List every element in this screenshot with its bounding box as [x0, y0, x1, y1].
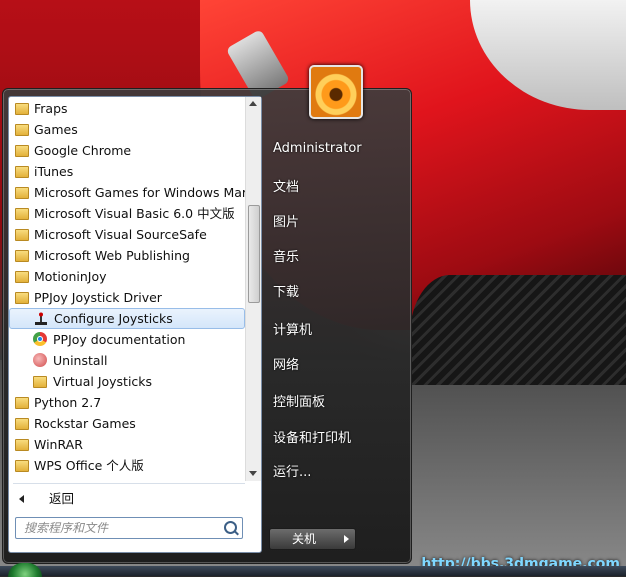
folder-icon: [15, 460, 29, 472]
program-item-label: Rockstar Games: [34, 416, 136, 431]
right-item-run[interactable]: 运行...: [273, 461, 311, 480]
program-item[interactable]: PPJoy Joystick Driver: [9, 287, 245, 308]
program-item-label: WinRAR: [34, 437, 83, 452]
right-item-computer[interactable]: 计算机: [273, 319, 312, 338]
chrome-icon: [33, 332, 47, 346]
program-item[interactable]: Rockstar Games: [9, 413, 245, 434]
folder-icon: [15, 271, 29, 283]
folder-icon: [15, 124, 29, 136]
program-item-label: iTunes: [34, 164, 74, 179]
car-grille: [410, 275, 626, 385]
search-input[interactable]: 搜索程序和文件: [15, 517, 243, 539]
program-list: Fraps Games Google Chrome iTunes Microsoft G…: [9, 97, 245, 481]
folder-icon: [15, 166, 29, 178]
program-item[interactable]: WPS Office 个人版: [9, 455, 245, 476]
start-menu: Fraps Games Google Chrome iTunes Microsoft G…: [2, 65, 412, 564]
uninstall-icon: [33, 353, 47, 367]
back-button[interactable]: 返回: [9, 487, 245, 511]
program-item-label: PPJoy documentation: [53, 332, 186, 347]
right-item-administrator[interactable]: Administrator: [273, 141, 362, 156]
program-item[interactable]: Games: [9, 119, 245, 140]
right-item-devices-printers[interactable]: 设备和打印机: [273, 427, 351, 446]
program-item-label: PPJoy Joystick Driver: [34, 290, 162, 305]
program-item[interactable]: WinRAR: [9, 434, 245, 455]
program-item-label: Uninstall: [53, 353, 108, 368]
shutdown-button[interactable]: 关机: [269, 528, 339, 550]
right-item-pictures[interactable]: 图片: [273, 211, 299, 230]
program-item[interactable]: Microsoft Games for Windows Mark: [9, 182, 245, 203]
folder-icon: [15, 418, 29, 430]
program-item[interactable]: Microsoft Visual Basic 6.0 中文版: [9, 203, 245, 224]
folder-icon: [15, 145, 29, 157]
right-item-downloads[interactable]: 下载: [273, 281, 299, 300]
program-item[interactable]: Uninstall: [9, 350, 245, 371]
folder-icon: [15, 229, 29, 241]
program-item[interactable]: PPJoy documentation: [9, 329, 245, 350]
programs-pane: Fraps Games Google Chrome iTunes Microsoft G…: [8, 96, 262, 553]
right-item-network[interactable]: 网络: [273, 354, 299, 373]
program-item[interactable]: Microsoft Visual SourceSafe: [9, 224, 245, 245]
folder-icon: [15, 439, 29, 451]
back-arrow-icon: [19, 495, 24, 503]
program-item-label: Configure Joysticks: [54, 311, 173, 326]
scroll-up-arrow-icon[interactable]: [249, 101, 257, 106]
program-item-label: Microsoft Visual SourceSafe: [34, 227, 207, 242]
program-item-label: Virtual Joysticks: [53, 374, 153, 389]
program-item[interactable]: Python 2.7: [9, 392, 245, 413]
program-item-label: Google Chrome: [34, 143, 132, 158]
joystick-icon: [34, 312, 48, 326]
folder-icon: [15, 292, 29, 304]
shutdown-options-arrow-icon[interactable]: [337, 528, 356, 550]
program-item-label: WPS Office 个人版: [34, 458, 144, 473]
folder-icon: [33, 376, 47, 388]
right-item-control-panel[interactable]: 控制面板: [273, 391, 325, 410]
right-item-music[interactable]: 音乐: [273, 246, 299, 265]
scroll-down-arrow-icon[interactable]: [249, 471, 257, 476]
program-item-label: Microsoft Visual Basic 6.0 中文版: [34, 206, 235, 221]
folder-icon: [15, 397, 29, 409]
taskbar: [0, 566, 626, 576]
program-item-label: Fraps: [34, 101, 68, 116]
program-item-label: Python 2.7: [34, 395, 102, 410]
program-item-label: MotioninJoy: [34, 269, 107, 284]
program-item[interactable]: iTunes: [9, 161, 245, 182]
program-item-label: Microsoft Games for Windows Mark: [34, 185, 245, 200]
folder-icon: [15, 208, 29, 220]
search-icon[interactable]: [224, 521, 237, 534]
folder-icon: [15, 103, 29, 115]
program-item[interactable]: Google Chrome: [9, 140, 245, 161]
back-label: 返回: [49, 491, 75, 506]
user-avatar[interactable]: [309, 65, 363, 119]
scrollbar-thumb[interactable]: [248, 205, 260, 303]
program-item[interactable]: Configure Joysticks: [9, 308, 245, 329]
right-item-documents[interactable]: 文档: [273, 176, 299, 195]
search-placeholder: 搜索程序和文件: [24, 521, 109, 535]
divider: [13, 483, 245, 484]
folder-icon: [15, 250, 29, 262]
program-item[interactable]: Microsoft Web Publishing: [9, 245, 245, 266]
program-item[interactable]: Fraps: [9, 98, 245, 119]
folder-icon: [15, 187, 29, 199]
program-item[interactable]: Virtual Joysticks: [9, 371, 245, 392]
program-list-scrollbar[interactable]: [245, 97, 261, 481]
program-item[interactable]: MotioninJoy: [9, 266, 245, 287]
program-item-label: Microsoft Web Publishing: [34, 248, 190, 263]
program-item-label: Games: [34, 122, 78, 137]
